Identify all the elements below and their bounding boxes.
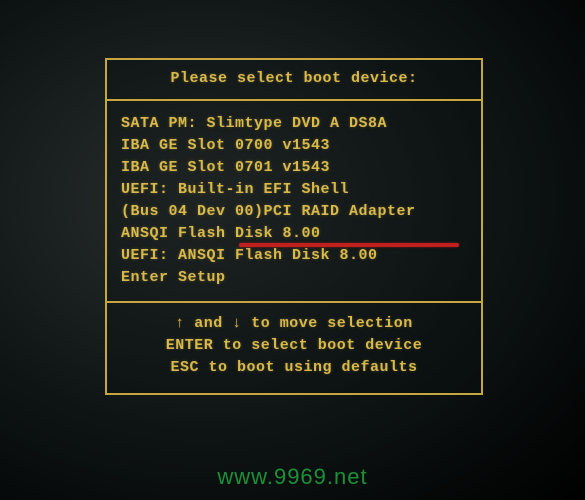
help-line-enter: ENTER to select boot device [115,335,473,357]
help-text-and: and [185,315,233,332]
boot-device-list: SATA PM: Slimtype DVD A DS8A IBA GE Slot… [107,101,481,303]
boot-item-pci-raid[interactable]: (Bus 04 Dev 00)PCI RAID Adapter [121,201,471,223]
boot-item-sata-dvd[interactable]: SATA PM: Slimtype DVD A DS8A [121,113,471,135]
boot-item-iba-0701[interactable]: IBA GE Slot 0701 v1543 [121,157,471,179]
boot-item-enter-setup[interactable]: Enter Setup [121,267,471,289]
annotation-red-underline [239,243,459,247]
dialog-title: Please select boot device: [107,60,481,101]
arrow-down-icon: ↓ [232,313,242,335]
help-text-move: to move selection [242,315,413,332]
boot-item-iba-0700[interactable]: IBA GE Slot 0700 v1543 [121,135,471,157]
help-text: ↑ and ↓ to move selection ENTER to selec… [107,303,481,393]
watermark-text: www.9969.net [0,464,585,490]
boot-item-uefi-shell[interactable]: UEFI: Built-in EFI Shell [121,179,471,201]
boot-item-uefi-ansqi-flash[interactable]: UEFI: ANSQI Flash Disk 8.00 [121,245,471,267]
arrow-up-icon: ↑ [175,313,185,335]
help-line-move: ↑ and ↓ to move selection [115,313,473,335]
boot-item-ansqi-flash[interactable]: ANSQI Flash Disk 8.00 [121,223,471,245]
boot-device-dialog: Please select boot device: SATA PM: Slim… [105,58,483,395]
help-line-esc: ESC to boot using defaults [115,357,473,379]
